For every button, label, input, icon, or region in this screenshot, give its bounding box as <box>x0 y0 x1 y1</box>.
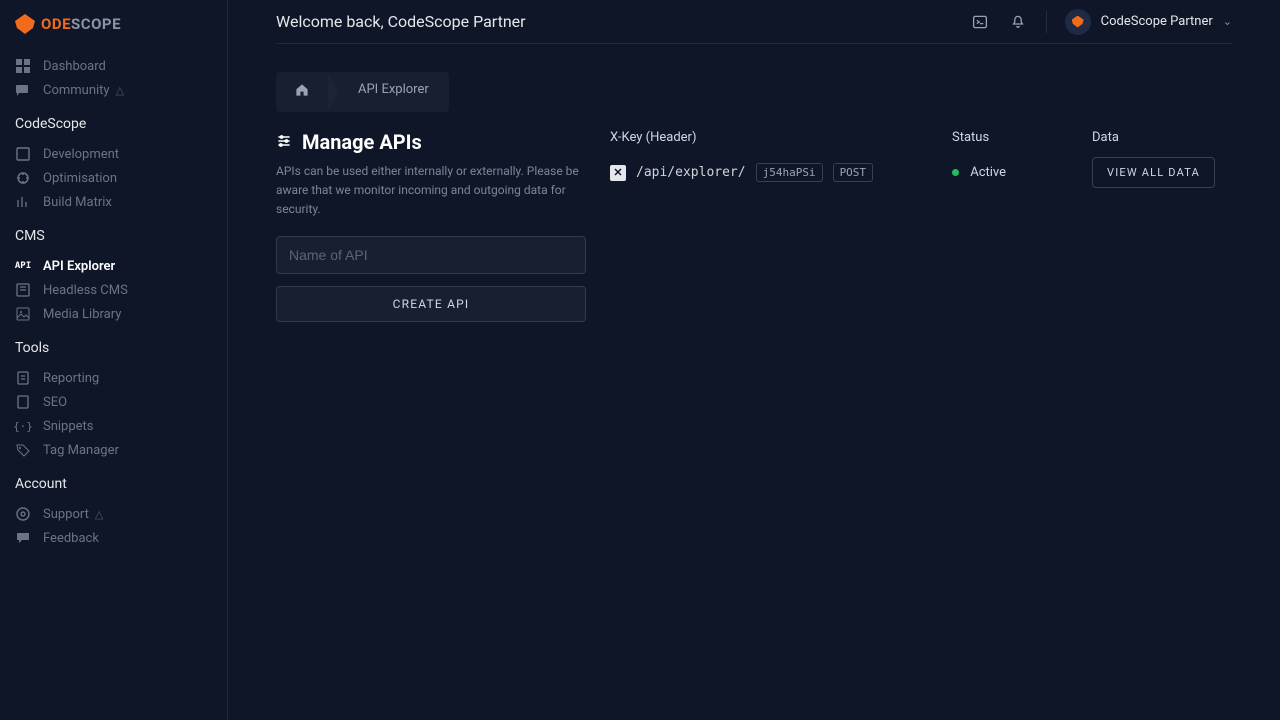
wait-icon: △ <box>116 84 124 97</box>
sliders-icon <box>276 130 292 154</box>
create-api-button[interactable]: CREATE API <box>276 286 586 322</box>
col-data: Data <box>1092 130 1232 145</box>
brand-first: ODE <box>41 15 71 33</box>
breadcrumb-home[interactable] <box>276 72 328 112</box>
development-icon <box>15 146 31 162</box>
delete-icon[interactable]: ✕ <box>610 165 626 181</box>
reporting-icon <box>15 370 31 386</box>
home-icon <box>294 82 310 102</box>
sidebar-item-build-matrix[interactable]: Build Matrix <box>0 190 227 214</box>
nav-section-title: Account <box>0 462 227 502</box>
chevron-down-icon: ⌄ <box>1223 15 1232 28</box>
sidebar-item-label: Support <box>43 507 89 522</box>
sidebar-item-label: Build Matrix <box>43 195 112 210</box>
status-text: Active <box>970 165 1006 180</box>
sidebar-item-label: Dashboard <box>43 59 106 74</box>
sidebar-item-label: Optimisation <box>43 171 117 186</box>
avatar-icon <box>1072 16 1084 28</box>
headless-cms-icon <box>15 282 31 298</box>
sidebar-item-api-explorer[interactable]: API API Explorer <box>0 254 227 278</box>
main: Welcome back, CodeScope Partner CodeScop… <box>228 0 1280 720</box>
method-tag: POST <box>833 163 874 182</box>
sidebar: ODESCOPE Dashboard Community △ CodeScope… <box>0 0 228 720</box>
sidebar-item-label: Headless CMS <box>43 283 128 298</box>
sidebar-item-headless-cms[interactable]: Headless CMS <box>0 278 227 302</box>
page-title: Manage APIs <box>302 130 422 154</box>
avatar <box>1065 9 1091 35</box>
sidebar-item-media-library[interactable]: Media Library <box>0 302 227 326</box>
top-actions: CodeScope Partner ⌄ <box>970 9 1232 35</box>
table-row: ✕ /api/explorer/ j54haPSi POST Active VI… <box>610 163 1232 182</box>
wait-icon: △ <box>95 508 103 521</box>
media-library-icon <box>15 306 31 322</box>
sidebar-item-reporting[interactable]: Reporting <box>0 366 227 390</box>
breadcrumb: API Explorer <box>276 72 1232 112</box>
sidebar-item-label: Reporting <box>43 371 99 386</box>
sidebar-item-feedback[interactable]: Feedback <box>0 526 227 550</box>
sidebar-item-community[interactable]: Community △ <box>0 78 227 102</box>
breadcrumb-current[interactable]: API Explorer <box>328 72 449 112</box>
view-data-button[interactable]: VIEW ALL DATA <box>1092 157 1215 188</box>
sidebar-item-tag-manager[interactable]: Tag Manager <box>0 438 227 462</box>
feedback-icon <box>15 530 31 546</box>
sidebar-item-label: Snippets <box>43 419 94 434</box>
brand-second: SCOPE <box>71 15 121 33</box>
divider <box>1046 11 1047 33</box>
sidebar-item-seo[interactable]: SEO <box>0 390 227 414</box>
nav-section-title: CodeScope <box>0 102 227 142</box>
sidebar-item-development[interactable]: Development <box>0 142 227 166</box>
sidebar-top: Dashboard Community △ <box>0 54 227 102</box>
username: CodeScope Partner <box>1101 14 1213 29</box>
sidebar-item-label: Community <box>43 83 110 98</box>
sidebar-item-label: API Explorer <box>43 259 115 274</box>
sidebar-item-label: SEO <box>43 395 67 410</box>
row-key: ✕ /api/explorer/ j54haPSi POST <box>610 163 952 182</box>
row-status: Active <box>952 165 1092 180</box>
support-icon <box>15 506 31 522</box>
sidebar-item-optimisation[interactable]: Optimisation <box>0 166 227 190</box>
sidebar-item-label: Development <box>43 147 119 162</box>
optimisation-icon <box>15 170 31 186</box>
content: Manage APIs APIs can be used either inte… <box>276 130 1232 322</box>
api-table: X-Key (Header) Status Data ✕ /api/explor… <box>610 130 1232 322</box>
sidebar-item-label: Feedback <box>43 531 99 546</box>
brand-logo[interactable]: ODESCOPE <box>0 14 227 54</box>
chat-icon <box>15 82 31 98</box>
api-name-input[interactable] <box>276 236 586 274</box>
status-dot-icon <box>952 169 959 176</box>
snippets-icon: {·} <box>15 418 31 434</box>
page-description: APIs can be used either internally or ex… <box>276 162 586 220</box>
grid-icon <box>15 58 31 74</box>
sidebar-item-support[interactable]: Support △ <box>0 502 227 526</box>
page-heading: Manage APIs <box>276 130 586 154</box>
user-menu[interactable]: CodeScope Partner ⌄ <box>1065 9 1232 35</box>
sidebar-item-snippets[interactable]: {·} Snippets <box>0 414 227 438</box>
row-data: VIEW ALL DATA <box>1092 165 1232 180</box>
key-tag: j54haPSi <box>756 163 823 182</box>
col-status: Status <box>952 130 1092 145</box>
col-key: X-Key (Header) <box>610 130 952 145</box>
seo-icon <box>15 394 31 410</box>
welcome-text: Welcome back, CodeScope Partner <box>276 12 526 31</box>
terminal-icon[interactable] <box>970 12 990 32</box>
sidebar-item-label: Tag Manager <box>43 443 119 458</box>
nav-section-title: Tools <box>0 326 227 366</box>
tag-manager-icon <box>15 442 31 458</box>
build-matrix-icon <box>15 194 31 210</box>
bell-icon[interactable] <box>1008 12 1028 32</box>
manage-panel: Manage APIs APIs can be used either inte… <box>276 130 586 322</box>
logo-icon <box>15 14 35 34</box>
sidebar-item-dashboard[interactable]: Dashboard <box>0 54 227 78</box>
api-explorer-icon: API <box>15 258 31 274</box>
endpoint: /api/explorer/ <box>636 165 746 180</box>
sidebar-item-label: Media Library <box>43 307 121 322</box>
nav-section-title: CMS <box>0 214 227 254</box>
topbar: Welcome back, CodeScope Partner CodeScop… <box>276 0 1232 44</box>
